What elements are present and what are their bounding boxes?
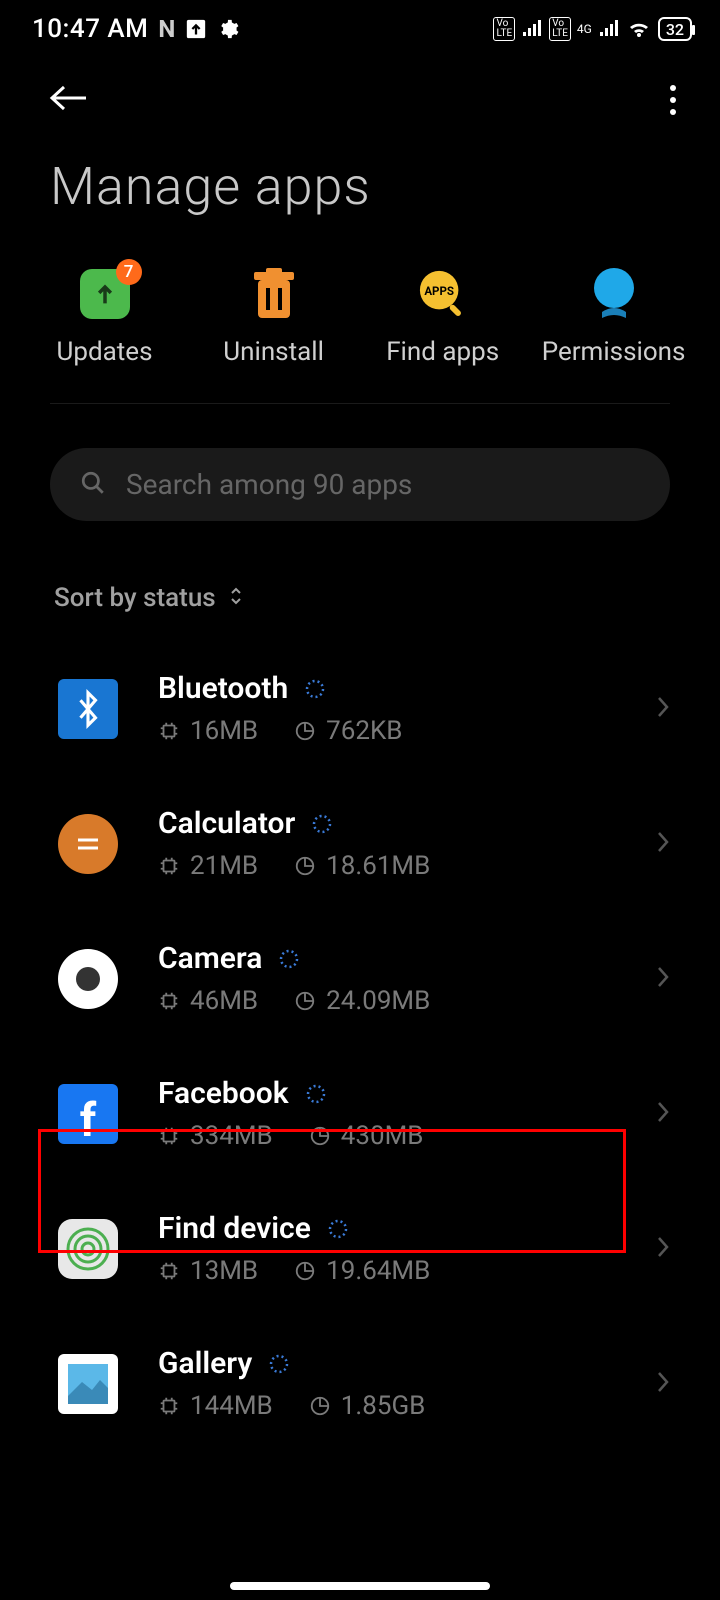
app-name: Find device [158, 1211, 311, 1246]
status-indicator-icon [304, 678, 326, 700]
action-row: 7 Updates Uninstall APPS Find apps Permi… [0, 257, 720, 403]
signal-icon-1 [521, 20, 543, 38]
action-updates[interactable]: 7 Updates [35, 269, 175, 367]
more-options-icon[interactable] [670, 85, 676, 115]
app-item-finddevice[interactable]: Find device 13MB 19.64MB [0, 1181, 720, 1316]
chevron-right-icon [656, 695, 670, 723]
page-title: Manage apps [0, 132, 720, 257]
settings-icon [217, 18, 239, 40]
app-name: Camera [158, 941, 262, 976]
app-item-bluetooth[interactable]: Bluetooth 16MB 762KB [0, 641, 720, 776]
header [0, 56, 720, 132]
search-input[interactable] [126, 468, 640, 501]
signal-icon-2 [598, 20, 620, 38]
permissions-icon [589, 269, 639, 319]
nav-home-indicator[interactable] [230, 1582, 490, 1590]
search-icon [80, 470, 106, 500]
finddevice-icon [58, 1219, 118, 1279]
updates-badge: 7 [116, 259, 142, 285]
gallery-icon [58, 1354, 118, 1414]
wifi-icon [626, 19, 652, 39]
bluetooth-icon [58, 679, 118, 739]
app-storage: 21MB [190, 851, 258, 881]
app-data: 18.61MB [326, 851, 430, 881]
app-name: Calculator [158, 806, 295, 841]
status-indicator-icon [268, 1353, 290, 1375]
back-arrow-icon[interactable] [48, 84, 88, 116]
action-permissions[interactable]: Permissions [542, 269, 686, 367]
app-name: Facebook [158, 1076, 289, 1111]
netflix-icon: N [158, 15, 175, 43]
action-findapps[interactable]: APPS Find apps [373, 269, 513, 367]
app-data: 19.64MB [326, 1256, 430, 1286]
app-data: 24.09MB [326, 986, 430, 1016]
app-name: Bluetooth [158, 671, 288, 706]
app-data: 762KB [326, 716, 402, 746]
permissions-label: Permissions [542, 337, 686, 367]
upload-icon [185, 18, 207, 40]
chevron-right-icon [656, 1235, 670, 1263]
status-time: 10:47 AM [32, 14, 148, 44]
status-indicator-icon [311, 813, 333, 835]
search-bar[interactable] [50, 448, 670, 521]
updates-icon: 7 [80, 269, 130, 319]
chevron-right-icon [656, 830, 670, 858]
chevron-right-icon [656, 1370, 670, 1398]
app-name: Gallery [158, 1346, 252, 1381]
findapps-icon: APPS [418, 269, 468, 319]
findapps-label: Find apps [386, 337, 499, 367]
sort-label: Sort by status [54, 583, 216, 613]
app-data: 430MB [341, 1121, 424, 1151]
svg-text:APPS: APPS [424, 284, 454, 298]
action-uninstall[interactable]: Uninstall [204, 269, 344, 367]
sort-chevron-icon [228, 586, 244, 610]
4g-icon: 4G [577, 22, 592, 36]
app-item-calculator[interactable]: Calculator 21MB 18.61MB [0, 776, 720, 911]
app-storage: 144MB [190, 1391, 273, 1421]
app-storage: 16MB [190, 716, 258, 746]
app-storage: 334MB [190, 1121, 273, 1151]
volte-icon-2: VoLTE [549, 17, 571, 41]
sort-selector[interactable]: Sort by status [0, 521, 720, 613]
volte-icon-1: VoLTE [493, 17, 515, 41]
calculator-icon [58, 814, 118, 874]
divider [50, 403, 670, 404]
trash-icon [249, 269, 299, 319]
camera-icon [58, 949, 118, 1009]
app-list: Bluetooth 16MB 762KB Calculator 21MB 18.… [0, 613, 720, 1451]
chevron-right-icon [656, 965, 670, 993]
uninstall-label: Uninstall [223, 337, 324, 367]
status-indicator-icon [278, 948, 300, 970]
app-storage: 46MB [190, 986, 258, 1016]
facebook-icon: f [58, 1084, 118, 1144]
app-data: 1.85GB [341, 1391, 426, 1421]
battery-indicator: 32 [658, 17, 692, 41]
status-bar: 10:47 AM N VoLTE VoLTE 4G 32 [0, 0, 720, 56]
app-item-gallery[interactable]: Gallery 144MB 1.85GB [0, 1316, 720, 1451]
updates-label: Updates [57, 337, 153, 367]
status-indicator-icon [327, 1218, 349, 1240]
app-item-camera[interactable]: Camera 46MB 24.09MB [0, 911, 720, 1046]
status-indicator-icon [305, 1083, 327, 1105]
app-storage: 13MB [190, 1256, 258, 1286]
app-item-facebook[interactable]: f Facebook 334MB 430MB [0, 1046, 720, 1181]
chevron-right-icon [656, 1100, 670, 1128]
